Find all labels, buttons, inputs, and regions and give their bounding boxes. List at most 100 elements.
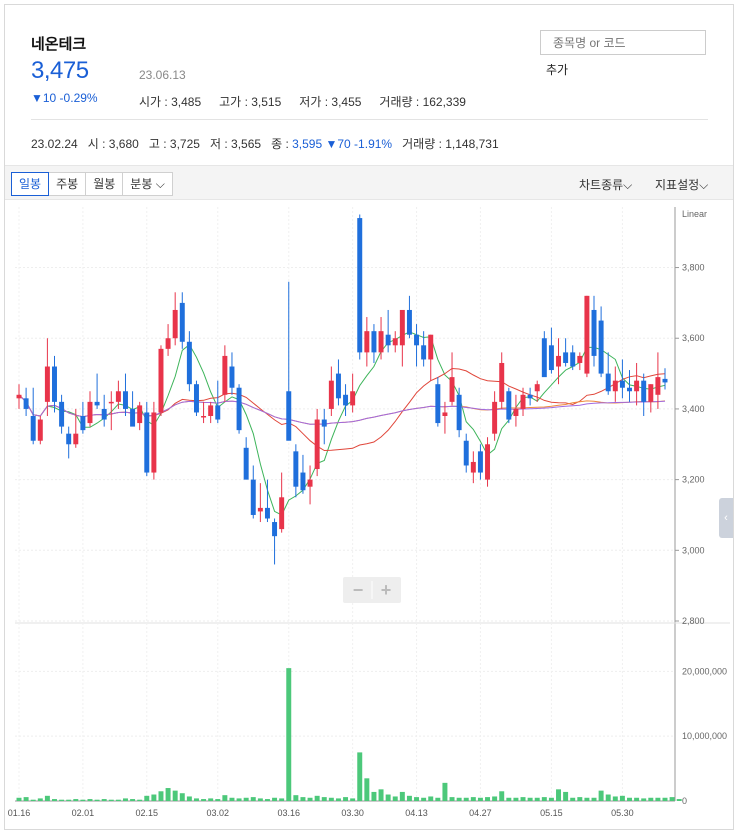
- candle-body: [548, 345, 554, 371]
- candle-body: [279, 497, 285, 530]
- date-tick-label: 03.02: [207, 808, 230, 818]
- period-tabs: 일봉 주봉 월봉 분봉 ⌵: [11, 172, 173, 196]
- candle-body: [485, 444, 491, 480]
- stock-widget: 네온테크 3,475 ▼10 -0.29% 23.06.13 시가 : 3,48…: [4, 4, 734, 830]
- volume-bar: [44, 795, 50, 801]
- volume-bar: [456, 797, 462, 801]
- volume-bar: [172, 790, 178, 801]
- volume-bar: [87, 799, 93, 801]
- volume-bar: [272, 797, 278, 801]
- tab-weekly[interactable]: 주봉: [48, 172, 87, 196]
- candle-body: [94, 401, 100, 406]
- volume-bar: [591, 797, 597, 801]
- volume-bar: [122, 798, 128, 801]
- candle-body: [406, 309, 412, 335]
- volume-bar: [428, 796, 434, 801]
- volume-bar: [23, 797, 29, 801]
- candle-body: [414, 334, 420, 346]
- candle-body: [101, 408, 107, 420]
- candle-body: [619, 380, 625, 388]
- volume-bar: [279, 798, 285, 801]
- volume-bar: [669, 797, 675, 801]
- tab-minute[interactable]: 분봉 ⌵: [122, 172, 173, 196]
- candle-body: [499, 362, 505, 402]
- volume-bar: [30, 799, 36, 801]
- chart-svg[interactable]: 3,800 3,600 3,400 3,200 3,000 2,800 Linear 20,0…: [5, 201, 733, 829]
- hover-day-stats: 23.02.24 시 : 3,680 고 : 3,725 저 : 3,565 종…: [31, 137, 499, 151]
- add-button[interactable]: 추가: [540, 57, 580, 79]
- volume-bar: [186, 796, 192, 801]
- quote-date: 23.06.13: [139, 68, 186, 82]
- chart-toolbar: 일봉 주봉 월봉 분봉 ⌵ 차트종류⌵ 지표설정⌵: [5, 165, 733, 200]
- volume-bar: [257, 798, 263, 801]
- tab-monthly[interactable]: 월봉: [85, 172, 124, 196]
- price-tick-label: 3,000: [682, 545, 705, 555]
- volume-bar: [165, 788, 171, 801]
- candle-body: [52, 366, 57, 402]
- indicator-settings-dropdown[interactable]: 지표설정⌵: [655, 176, 708, 193]
- volume-bar: [137, 799, 143, 801]
- volume-bar: [201, 799, 207, 801]
- candle-body: [293, 451, 299, 487]
- chevron-down-icon: ⌵: [155, 177, 165, 191]
- volume-bar: [314, 795, 320, 801]
- candle-body: [357, 218, 363, 353]
- zoom-in-button[interactable]: +: [381, 580, 392, 600]
- volume-bar: [59, 799, 65, 801]
- volume-bar: [648, 797, 654, 801]
- volume-bar: [556, 789, 562, 801]
- volume-bar: [399, 791, 405, 801]
- volume-bar: [612, 796, 618, 801]
- candle-body: [591, 309, 597, 356]
- open-stat: 시가 : 3,485: [139, 95, 202, 109]
- chevron-left-icon[interactable]: ‹: [719, 498, 733, 538]
- volume-bar: [477, 797, 483, 801]
- volume-bar: [605, 794, 611, 801]
- candle-body: [627, 387, 632, 392]
- candle-body: [470, 461, 476, 473]
- stock-chart[interactable]: 3,800 3,600 3,400 3,200 3,000 2,800 Linear 20,0…: [5, 201, 733, 829]
- candle-body: [456, 394, 462, 431]
- candle-body: [151, 412, 157, 473]
- volume-bar: [328, 797, 334, 801]
- volume-tick-label: 0: [682, 796, 687, 806]
- candle-body: [428, 334, 434, 360]
- volume-bar: [541, 797, 547, 801]
- candle-body: [563, 352, 569, 363]
- volume-bar: [307, 797, 313, 801]
- volume-bar: [392, 796, 398, 801]
- chart-type-dropdown[interactable]: 차트종류⌵: [579, 176, 632, 193]
- date-tick-label: 03.16: [277, 808, 300, 818]
- candle-body: [641, 380, 647, 402]
- volume-bar: [293, 795, 299, 801]
- candle-body: [286, 391, 292, 441]
- volume-bar: [193, 798, 199, 801]
- candle-body: [328, 380, 334, 409]
- volume-bar: [449, 797, 455, 801]
- candle-body: [556, 355, 562, 367]
- volume-bar: [406, 795, 412, 801]
- candle-body: [321, 419, 327, 427]
- volume-bar: [634, 797, 640, 801]
- candle-body: [527, 394, 533, 399]
- candle-body: [229, 366, 235, 388]
- candle-body: [250, 479, 256, 515]
- date-tick-label: 03.30: [341, 808, 364, 818]
- volume-bar: [215, 799, 221, 801]
- candle-body: [44, 366, 50, 402]
- volume-bar: [66, 799, 72, 801]
- price-tick-label: 3,400: [682, 404, 705, 414]
- candle-body: [243, 447, 249, 480]
- volume-bar: [350, 798, 356, 801]
- volume-tick-label: 10,000,000: [682, 731, 727, 741]
- volume-bar: [101, 799, 107, 801]
- high-stat: 고가 : 3,515: [219, 95, 282, 109]
- volume-bar: [80, 799, 86, 801]
- volume-bar: [286, 668, 292, 801]
- candle-body: [257, 507, 263, 512]
- tab-daily[interactable]: 일봉: [11, 172, 50, 196]
- volume-bar: [627, 797, 632, 801]
- zoom-out-button[interactable]: −: [353, 580, 364, 600]
- volume-bar: [492, 796, 498, 801]
- search-input[interactable]: [540, 30, 706, 55]
